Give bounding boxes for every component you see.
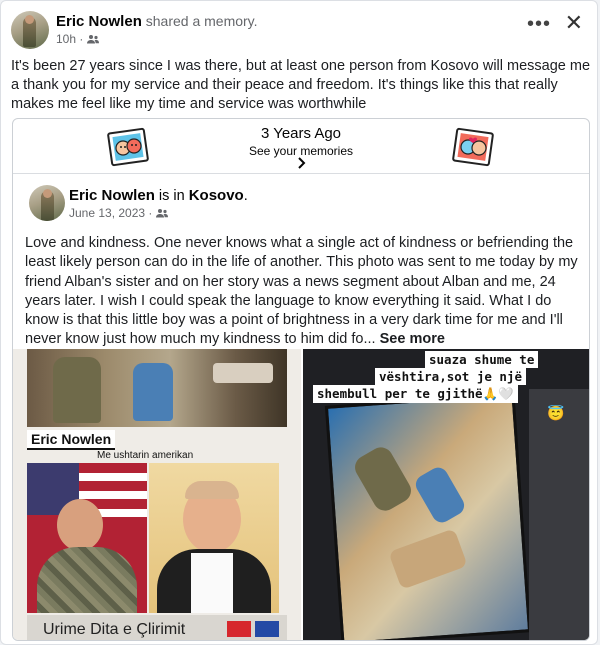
see-more-link[interactable]: See more xyxy=(380,331,445,347)
memory-header[interactable]: 3 Years Ago See your memories xyxy=(13,119,589,174)
post-header: Eric Nowlen shared a memory. 10h · ••• ✕ xyxy=(11,11,587,49)
action-text: shared a memory. xyxy=(141,13,258,29)
location-link[interactable]: Kosovo xyxy=(189,187,244,204)
shared-post-meta: June 13, 2023 · xyxy=(69,206,169,220)
post-card: Eric Nowlen shared a memory. 10h · ••• ✕… xyxy=(0,0,598,645)
post-meta: 10h · xyxy=(56,32,100,46)
photo-grid: Eric Nowlen Me ushtarin amerikan Urime D… xyxy=(13,349,589,640)
friends-icon xyxy=(87,35,100,44)
post-text: It's been 27 years since I was there, bu… xyxy=(11,58,591,112)
story-text-line-1: suaza shume te xyxy=(425,351,539,368)
more-icon[interactable]: ••• xyxy=(527,14,551,34)
news-caption: Me ushtarin amerikan xyxy=(97,450,194,461)
author-name[interactable]: Eric Nowlen xyxy=(56,13,142,30)
news-name-label: Eric Nowlen xyxy=(27,430,116,450)
memory-card: 3 Years Ago See your memories Eric Nowle… xyxy=(12,118,590,641)
friends-icon xyxy=(156,209,169,218)
shared-author-line: Eric Nowlen is in Kosovo. xyxy=(69,187,248,204)
shared-post-header: Eric Nowlen is in Kosovo. June 13, 2023 … xyxy=(25,185,575,223)
news-bottom-text: Urime Dita e Çlirimit xyxy=(43,621,186,638)
shared-author-name[interactable]: Eric Nowlen xyxy=(69,187,155,204)
story-emoji: 😇 xyxy=(547,405,565,421)
story-text-line-2: vështira,sot je një xyxy=(375,368,526,385)
memory-sticker-right xyxy=(452,127,494,167)
author-avatar[interactable] xyxy=(11,11,49,49)
photo-news-collage[interactable]: Eric Nowlen Me ushtarin amerikan Urime D… xyxy=(13,349,301,640)
memory-title: 3 Years Ago xyxy=(260,125,342,142)
post-time[interactable]: 10h · xyxy=(56,32,83,46)
post-author-line: Eric Nowlen shared a memory. xyxy=(56,13,258,30)
shared-post-date[interactable]: June 13, 2023 · xyxy=(69,206,152,220)
shared-author-avatar[interactable] xyxy=(29,185,65,221)
shared-post-text: Love and kindness. One never knows what … xyxy=(25,235,578,348)
close-icon[interactable]: ✕ xyxy=(565,11,583,35)
photo-story-screen[interactable]: suaza shume te vështira,sot je një shemb… xyxy=(303,349,589,640)
chevron-icon[interactable] xyxy=(13,156,589,172)
story-text-line-3: shembull per te gjithë🙏🤍 xyxy=(313,385,518,403)
